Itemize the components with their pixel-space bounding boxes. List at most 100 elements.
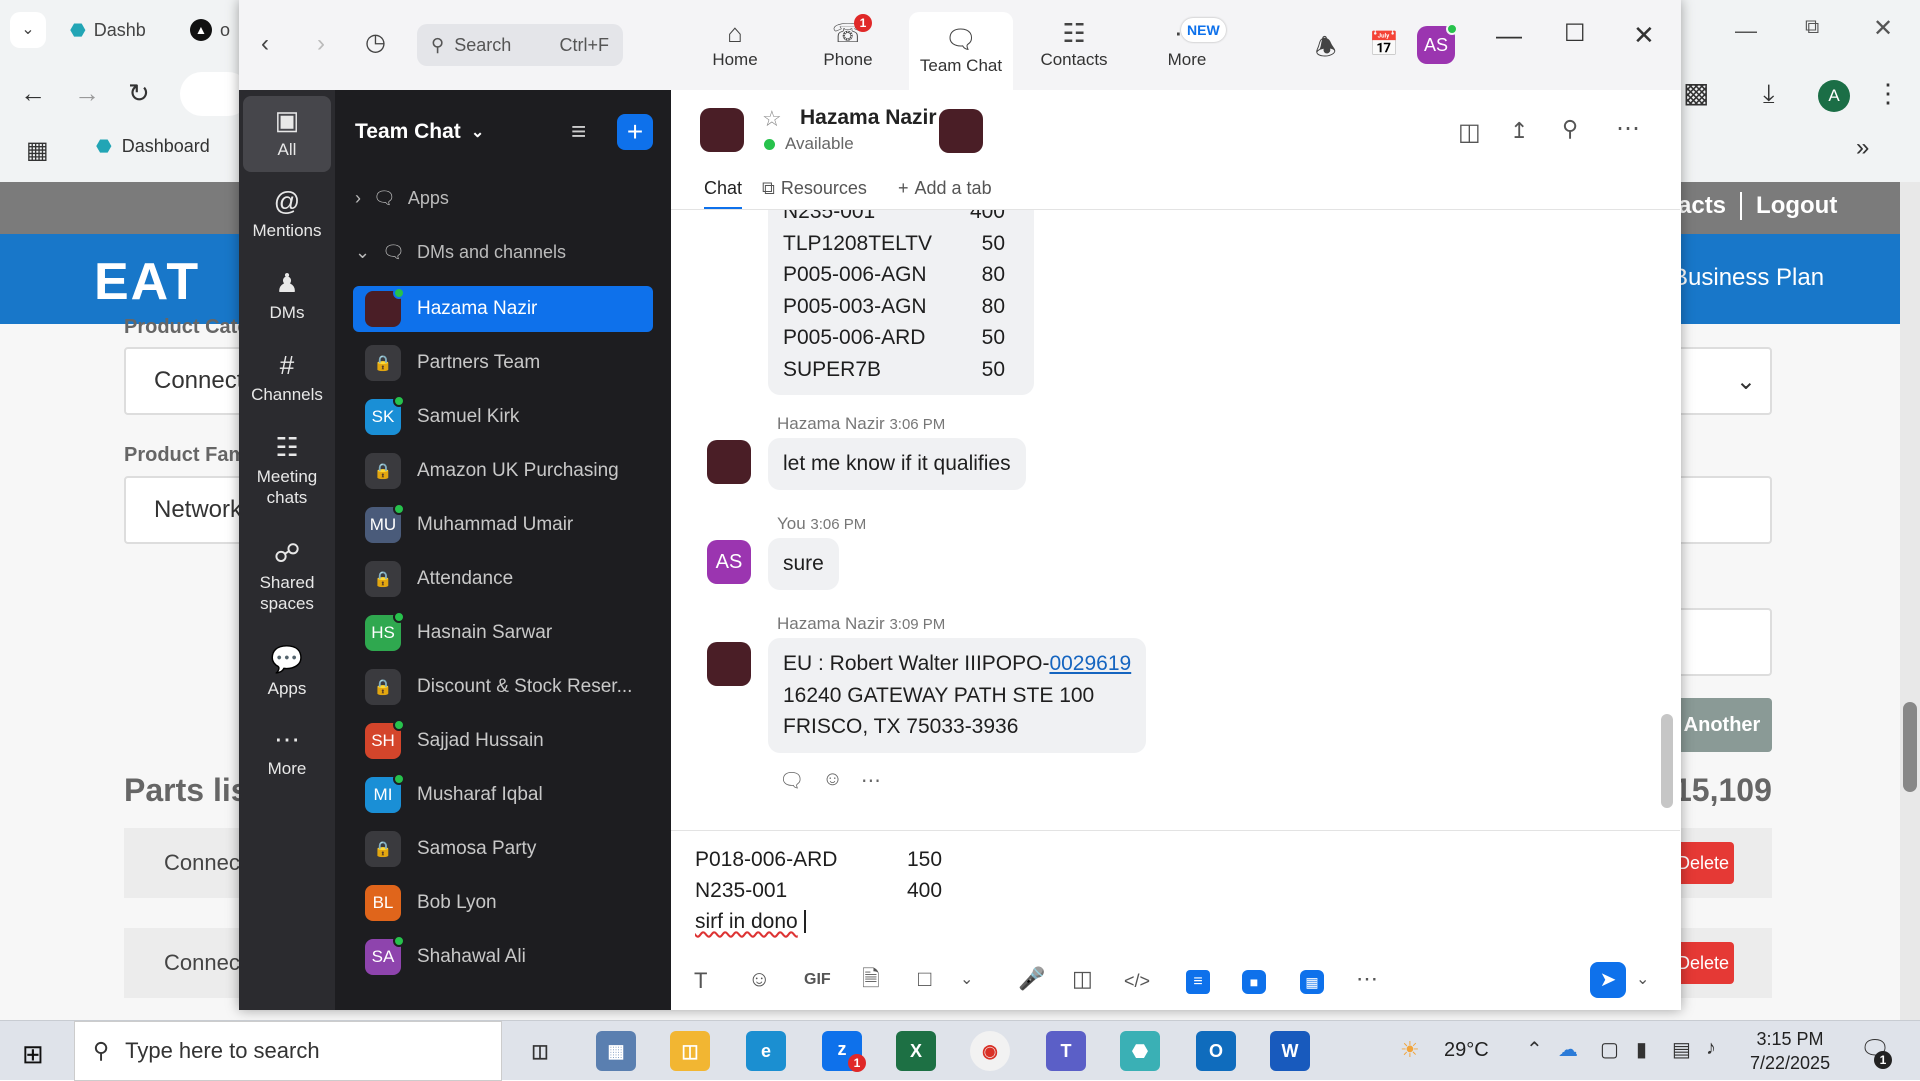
section-apps[interactable]: › 🗨 Apps [355, 188, 449, 209]
chat-scrollbar[interactable] [1661, 714, 1673, 808]
sender-avatar[interactable] [707, 440, 751, 484]
notifications-icon[interactable]: 🗨 1 [1860, 1035, 1892, 1069]
page-scrollbar[interactable] [1900, 182, 1920, 1020]
rail-meeting-chats[interactable]: ☷ Meeting chats [243, 434, 331, 509]
app-icon[interactable]: ⬣ [1120, 1031, 1160, 1071]
new-chat-button[interactable]: + [617, 114, 653, 150]
rail-channels[interactable]: # Channels [243, 352, 331, 405]
browser-restore-icon[interactable]: ⧉ [1805, 16, 1819, 39]
site-field-right-2[interactable] [1670, 608, 1772, 676]
nav-contacts[interactable]: ☷ Contacts [1018, 0, 1130, 90]
star-icon[interactable]: ☆ [762, 106, 782, 132]
contact-item[interactable]: 🔒 Partners Team [353, 340, 653, 386]
team-chat-title[interactable]: Team Chat ⌄ [355, 120, 484, 144]
excel-icon[interactable]: X [896, 1031, 936, 1071]
emoji-reaction-icon[interactable]: ☺ [822, 768, 842, 793]
task-view-icon[interactable]: ◫ [520, 1031, 560, 1071]
temperature[interactable]: 29°C [1444, 1039, 1489, 1062]
delete-button[interactable]: Delete [1672, 842, 1734, 884]
user-avatar[interactable]: AS [1417, 23, 1458, 64]
compose-input[interactable]: P018-006-ARD 150 N235-001 400 sirf in dono [695, 844, 1655, 944]
contact-item[interactable]: SA Shahawal Ali [353, 934, 653, 980]
microphone-icon[interactable]: 🎤 [1018, 968, 1045, 990]
contact-item[interactable]: 🔒 Amazon UK Purchasing [353, 448, 653, 494]
reply-icon[interactable]: 🗨 [779, 768, 804, 793]
volume-icon[interactable]: ♪ [1706, 1037, 1716, 1060]
onedrive-icon[interactable]: ☁ [1558, 1037, 1578, 1062]
add-another-button[interactable]: Another [1672, 698, 1772, 752]
rail-all[interactable]: ▣ All [243, 96, 331, 172]
notes-app-icon[interactable]: ▦ [1300, 970, 1324, 994]
code-snippet-icon[interactable]: </> [1124, 972, 1150, 990]
rail-dms[interactable]: ♟ DMs [243, 270, 331, 323]
file-explorer-icon[interactable]: ◫ [670, 1031, 710, 1071]
bookmark-dashboard[interactable]: ⬣ Dashboard [96, 136, 210, 157]
close-icon[interactable]: ✕ [1633, 22, 1655, 48]
browser-menu-icon[interactable]: ⋮ [1875, 78, 1901, 109]
contact-item[interactable]: 🔒 Discount & Stock Reser... [353, 664, 653, 710]
browser-tab-2[interactable]: ▲ o [190, 12, 230, 48]
forward-icon[interactable]: → [74, 80, 100, 106]
tray-expand-icon[interactable]: ⌃ [1526, 1037, 1543, 1062]
calendar-icon[interactable]: 📅 [1369, 30, 1399, 59]
file-icon[interactable]: 🗎 [862, 968, 880, 990]
nav-phone[interactable]: ☏ Phone 1 [792, 0, 904, 90]
teams-icon[interactable]: T [1046, 1031, 1086, 1071]
network-icon[interactable]: ▤ [1672, 1037, 1691, 1062]
outlook-icon[interactable]: O [1196, 1031, 1236, 1071]
word-icon[interactable]: W [1270, 1031, 1310, 1071]
windows-start-icon[interactable]: ⊞ [22, 1039, 44, 1070]
weather-icon[interactable]: ☀ [1400, 1037, 1420, 1063]
forward-icon[interactable]: › [317, 30, 325, 58]
reload-icon[interactable]: ↻ [128, 80, 150, 106]
logout-link[interactable]: Logout [1756, 192, 1837, 220]
gif-icon[interactable]: GIF [804, 972, 831, 988]
extensions-icon[interactable]: ▩ [1683, 76, 1709, 109]
sender-avatar[interactable] [707, 642, 751, 686]
maximize-icon[interactable]: ☐ [1564, 22, 1586, 46]
contact-item[interactable]: 🔒 Attendance [353, 556, 653, 602]
format-text-icon[interactable]: T [694, 970, 707, 992]
screenshot-icon[interactable]: □ [918, 968, 931, 990]
download-icon[interactable]: ⤓ [1763, 78, 1775, 110]
zoom-taskbar-icon[interactable]: z1 [822, 1031, 866, 1072]
tab-resources[interactable]: ⧉ Resources [762, 178, 867, 199]
rail-mentions[interactable]: @ Mentions [243, 188, 331, 241]
back-icon[interactable]: ← [20, 80, 46, 106]
rail-shared-spaces[interactable]: ☍ Shared spaces [243, 540, 331, 615]
browser-close-icon[interactable]: ✕ [1873, 14, 1893, 43]
minimize-icon[interactable]: — [1496, 22, 1522, 48]
edge-icon[interactable]: e [746, 1031, 786, 1071]
chevron-down-icon[interactable]: ⌄ [960, 972, 973, 988]
contact-item[interactable]: HS Hasnain Sarwar [353, 610, 653, 656]
more-tools-icon[interactable]: ⋯ [1356, 968, 1378, 990]
search-icon[interactable]: ⚲ [1562, 116, 1578, 142]
chat-contact-name[interactable]: Hazama Nazir [800, 106, 937, 130]
category-dropdown-icon[interactable]: ⌄ [1670, 347, 1772, 415]
bookmarks-overflow-icon[interactable]: » [1856, 134, 1869, 162]
browser-minimize-icon[interactable]: — [1735, 18, 1757, 44]
video-message-icon[interactable]: ◫ [1072, 968, 1093, 990]
browser-tab-dashboard[interactable]: ⬣ Dashb [70, 12, 146, 48]
send-button[interactable]: ➤ [1590, 962, 1626, 998]
delete-button[interactable]: Delete [1672, 942, 1734, 984]
apps-grid-icon[interactable]: ▦ [26, 136, 49, 165]
add-tab-button[interactable]: + Add a tab [898, 178, 992, 199]
rail-apps[interactable]: 💬 Apps [243, 646, 331, 699]
contact-item[interactable]: Hazama Nazir [353, 286, 653, 332]
search-input[interactable]: ⚲ Search Ctrl+F [417, 24, 623, 66]
video-call-icon[interactable]: ◫ [1458, 118, 1481, 147]
profile-avatar[interactable]: A [1818, 80, 1850, 112]
battery-icon[interactable]: ▮ [1636, 1037, 1647, 1062]
calculator-icon[interactable]: ▦ [596, 1031, 636, 1071]
contact-avatar[interactable] [700, 108, 744, 152]
emoji-icon[interactable]: ☺ [748, 968, 770, 990]
rail-more[interactable]: ⋯ More [243, 726, 331, 779]
history-icon[interactable]: ◷ [365, 28, 386, 57]
back-icon[interactable]: ‹ [261, 30, 269, 58]
contact-item[interactable]: 🔒 Samosa Party [353, 826, 653, 872]
tab-chat[interactable]: Chat [704, 178, 743, 210]
contact-item[interactable]: BL Bob Lyon [353, 880, 653, 926]
tab-list-button[interactable]: ⌄ [10, 12, 46, 48]
send-options-icon[interactable]: ⌄ [1636, 972, 1649, 988]
